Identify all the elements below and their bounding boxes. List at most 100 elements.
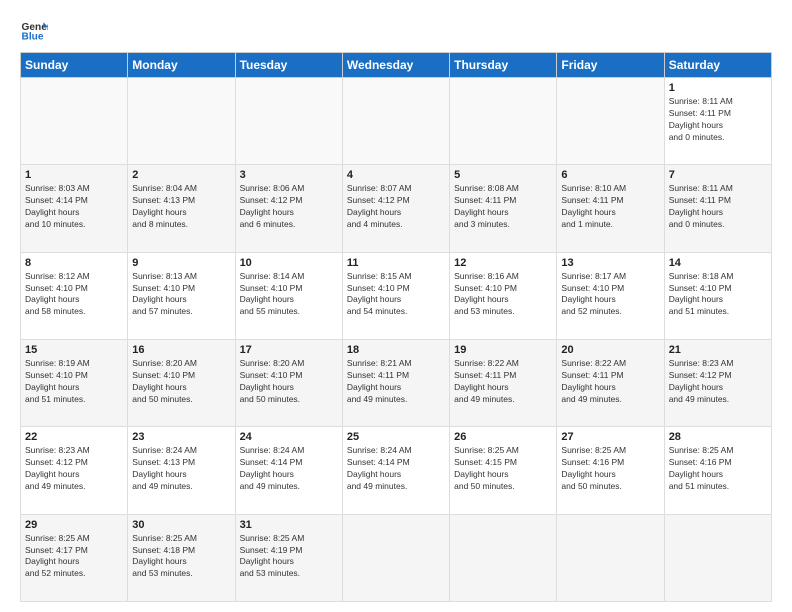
calendar-cell: 23Sunrise: 8:24 AMSunset: 4:13 PMDayligh…: [128, 427, 235, 514]
day-info: Sunrise: 8:25 AMSunset: 4:16 PMDaylight …: [669, 445, 767, 493]
calendar-cell: [342, 78, 449, 165]
calendar-week-5: 29 Sunrise: 8:25 AMSunset: 4:17 PMDayligh…: [21, 514, 772, 601]
calendar-cell: 25 Sunrise: 8:24 AMSunset: 4:14 PMDayligh…: [342, 427, 449, 514]
day-number: 30: [132, 519, 230, 531]
day-number: 20: [561, 344, 659, 356]
day-info: Sunrise: 8:08 AMSunset: 4:11 PMDaylight …: [454, 183, 552, 231]
day-info: Sunrise: 8:25 AMSunset: 4:16 PMDaylight …: [561, 445, 659, 493]
day-number: 25: [347, 431, 445, 443]
calendar-cell: 13 Sunrise: 8:17 AMSunset: 4:10 PMDayligh…: [557, 252, 664, 339]
day-header-wednesday: Wednesday: [342, 53, 449, 78]
calendar-cell: 6Sunrise: 8:10 AMSunset: 4:11 PMDaylight…: [557, 165, 664, 252]
day-info: Sunrise: 8:22 AMSunset: 4:11 PMDaylight …: [454, 358, 552, 406]
day-number: 4: [347, 169, 445, 181]
day-info: Sunrise: 8:10 AMSunset: 4:11 PMDaylight …: [561, 183, 659, 231]
day-number: 8: [25, 257, 123, 269]
day-number: 12: [454, 257, 552, 269]
day-info: Sunrise: 8:25 AMSunset: 4:15 PMDaylight …: [454, 445, 552, 493]
calendar-cell: 10Sunrise: 8:14 AMSunset: 4:10 PMDayligh…: [235, 252, 342, 339]
day-info: Sunrise: 8:19 AMSunset: 4:10 PMDaylight …: [25, 358, 123, 406]
calendar-cell: 30 Sunrise: 8:25 AMSunset: 4:18 PMDayligh…: [128, 514, 235, 601]
calendar-cell: 17Sunrise: 8:20 AMSunset: 4:10 PMDayligh…: [235, 339, 342, 426]
day-number: 18: [347, 344, 445, 356]
day-number: 19: [454, 344, 552, 356]
day-info: Sunrise: 8:11 AMSunset: 4:11 PMDaylight …: [669, 183, 767, 231]
day-info: Sunrise: 8:13 AMSunset: 4:10 PMDaylight …: [132, 271, 230, 319]
day-number: 5: [454, 169, 552, 181]
day-number: 1: [25, 169, 123, 181]
day-number: 27: [561, 431, 659, 443]
day-header-monday: Monday: [128, 53, 235, 78]
day-info: Sunrise: 8:07 AMSunset: 4:12 PMDaylight …: [347, 183, 445, 231]
calendar-cell: 1Sunrise: 8:03 AMSunset: 4:14 PMDaylight…: [21, 165, 128, 252]
calendar-body: 1 Sunrise: 8:11 AMSunset: 4:11 PMDaylight…: [21, 78, 772, 602]
calendar-cell: [450, 514, 557, 601]
day-info: Sunrise: 8:14 AMSunset: 4:10 PMDaylight …: [240, 271, 338, 319]
day-info: Sunrise: 8:04 AMSunset: 4:13 PMDaylight …: [132, 183, 230, 231]
day-info: Sunrise: 8:06 AMSunset: 4:12 PMDaylight …: [240, 183, 338, 231]
day-header-tuesday: Tuesday: [235, 53, 342, 78]
calendar-cell: [128, 78, 235, 165]
day-number: 21: [669, 344, 767, 356]
calendar-cell: 8Sunrise: 8:12 AMSunset: 4:10 PMDaylight…: [21, 252, 128, 339]
calendar-cell: 20 Sunrise: 8:22 AMSunset: 4:11 PMDayligh…: [557, 339, 664, 426]
calendar-header-row: SundayMondayTuesdayWednesdayThursdayFrid…: [21, 53, 772, 78]
day-info: Sunrise: 8:23 AMSunset: 4:12 PMDaylight …: [25, 445, 123, 493]
calendar-cell: 15Sunrise: 8:19 AMSunset: 4:10 PMDayligh…: [21, 339, 128, 426]
day-info: Sunrise: 8:18 AMSunset: 4:10 PMDaylight …: [669, 271, 767, 319]
day-number: 3: [240, 169, 338, 181]
day-info: Sunrise: 8:25 AMSunset: 4:17 PMDaylight …: [25, 533, 123, 581]
calendar-cell: 3 Sunrise: 8:06 AMSunset: 4:12 PMDaylight…: [235, 165, 342, 252]
calendar-cell: [235, 78, 342, 165]
day-header-friday: Friday: [557, 53, 664, 78]
calendar-cell: 14 Sunrise: 8:18 AMSunset: 4:10 PMDayligh…: [664, 252, 771, 339]
calendar-cell: 29 Sunrise: 8:25 AMSunset: 4:17 PMDayligh…: [21, 514, 128, 601]
calendar-cell: 12 Sunrise: 8:16 AMSunset: 4:10 PMDayligh…: [450, 252, 557, 339]
calendar-cell: 5 Sunrise: 8:08 AMSunset: 4:11 PMDaylight…: [450, 165, 557, 252]
day-number: 16: [132, 344, 230, 356]
calendar-cell: 16 Sunrise: 8:20 AMSunset: 4:10 PMDayligh…: [128, 339, 235, 426]
day-number: 1: [669, 82, 767, 94]
calendar-cell: 9 Sunrise: 8:13 AMSunset: 4:10 PMDaylight…: [128, 252, 235, 339]
calendar-week-4: 22 Sunrise: 8:23 AMSunset: 4:12 PMDayligh…: [21, 427, 772, 514]
calendar-cell: [557, 78, 664, 165]
logo: General Blue: [20, 16, 52, 44]
day-info: Sunrise: 8:22 AMSunset: 4:11 PMDaylight …: [561, 358, 659, 406]
day-number: 23: [132, 431, 230, 443]
calendar-cell: 1 Sunrise: 8:11 AMSunset: 4:11 PMDaylight…: [664, 78, 771, 165]
day-number: 29: [25, 519, 123, 531]
day-info: Sunrise: 8:16 AMSunset: 4:10 PMDaylight …: [454, 271, 552, 319]
page: General Blue SundayMondayTuesdayWednesda…: [0, 0, 792, 612]
day-info: Sunrise: 8:25 AMSunset: 4:18 PMDaylight …: [132, 533, 230, 581]
calendar-cell: 7 Sunrise: 8:11 AMSunset: 4:11 PMDaylight…: [664, 165, 771, 252]
calendar-cell: 28Sunrise: 8:25 AMSunset: 4:16 PMDayligh…: [664, 427, 771, 514]
day-number: 2: [132, 169, 230, 181]
day-info: Sunrise: 8:17 AMSunset: 4:10 PMDaylight …: [561, 271, 659, 319]
day-number: 13: [561, 257, 659, 269]
day-info: Sunrise: 8:24 AMSunset: 4:14 PMDaylight …: [347, 445, 445, 493]
svg-text:Blue: Blue: [22, 31, 44, 42]
day-info: Sunrise: 8:24 AMSunset: 4:14 PMDaylight …: [240, 445, 338, 493]
day-info: Sunrise: 8:21 AMSunset: 4:11 PMDaylight …: [347, 358, 445, 406]
day-info: Sunrise: 8:20 AMSunset: 4:10 PMDaylight …: [240, 358, 338, 406]
day-header-saturday: Saturday: [664, 53, 771, 78]
day-number: 31: [240, 519, 338, 531]
calendar-week-3: 15Sunrise: 8:19 AMSunset: 4:10 PMDayligh…: [21, 339, 772, 426]
day-info: Sunrise: 8:23 AMSunset: 4:12 PMDaylight …: [669, 358, 767, 406]
day-info: Sunrise: 8:15 AMSunset: 4:10 PMDaylight …: [347, 271, 445, 319]
day-number: 14: [669, 257, 767, 269]
day-number: 7: [669, 169, 767, 181]
day-number: 9: [132, 257, 230, 269]
day-header-thursday: Thursday: [450, 53, 557, 78]
day-info: Sunrise: 8:11 AMSunset: 4:11 PMDaylight …: [669, 96, 767, 144]
calendar-cell: 4 Sunrise: 8:07 AMSunset: 4:12 PMDaylight…: [342, 165, 449, 252]
calendar-cell: 31Sunrise: 8:25 AMSunset: 4:19 PMDayligh…: [235, 514, 342, 601]
calendar-cell: 18 Sunrise: 8:21 AMSunset: 4:11 PMDayligh…: [342, 339, 449, 426]
calendar-cell: [342, 514, 449, 601]
calendar-week-1: 1Sunrise: 8:03 AMSunset: 4:14 PMDaylight…: [21, 165, 772, 252]
day-info: Sunrise: 8:20 AMSunset: 4:10 PMDaylight …: [132, 358, 230, 406]
day-number: 26: [454, 431, 552, 443]
calendar-cell: 21 Sunrise: 8:23 AMSunset: 4:12 PMDayligh…: [664, 339, 771, 426]
header: General Blue: [20, 16, 772, 44]
day-number: 22: [25, 431, 123, 443]
